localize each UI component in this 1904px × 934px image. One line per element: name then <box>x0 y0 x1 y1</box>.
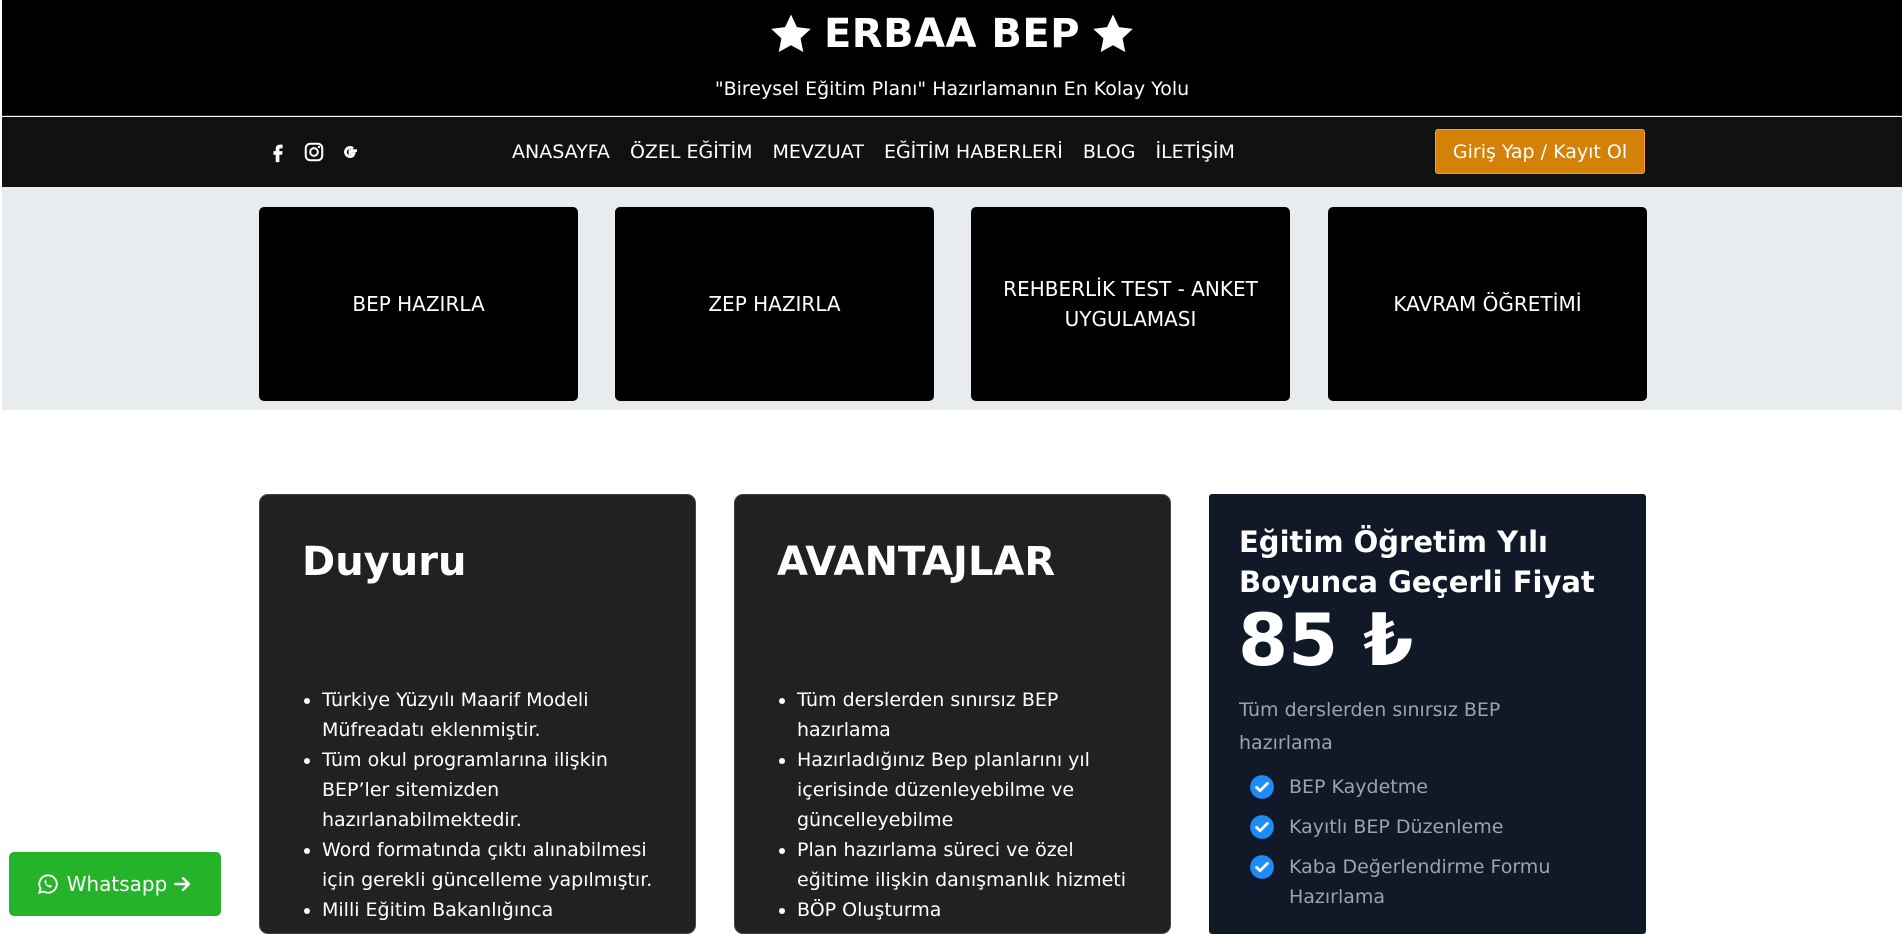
announcement-card: Duyuru Türkiye Yüzyılı Maarif Modeli Müf… <box>259 494 696 934</box>
list-item: Milli Eğitim Bakanlığınca <box>322 895 675 925</box>
advantages-card: AVANTAJLAR Tüm derslerden sınırsız BEP h… <box>734 494 1171 934</box>
brand-title: ERBAA BEP <box>823 11 1081 57</box>
list-item: Türkiye Yüzyılı Maarif Modeli Müfreadatı… <box>322 685 675 745</box>
whatsapp-icon <box>37 873 59 895</box>
feature-label: Kaba Değerlendirme Formu Hazırlama <box>1289 856 1551 908</box>
check-circle-icon <box>1249 774 1275 800</box>
tagline: "Bireysel Eğitim Planı" Hazırlamanın En … <box>714 78 1190 100</box>
tile-kavram-ogretimi[interactable]: KAVRAM ÖĞRETİMİ <box>1328 207 1647 401</box>
quick-actions-band: BEP HAZIRLA ZEP HAZIRLA REHBERLİK TEST -… <box>2 187 1902 410</box>
feature-label: Kayıtlı BEP Düzenleme <box>1289 816 1504 838</box>
arrow-right-icon <box>173 874 193 894</box>
price-value: 85 ₺ <box>1238 598 1414 682</box>
check-circle-icon <box>1249 854 1275 880</box>
announcement-title: Duyuru <box>302 539 467 585</box>
list-item: Tüm derslerden sınırsız BEP hazırlama <box>797 685 1150 745</box>
google-icon[interactable] <box>337 139 363 165</box>
nav-ozel-egitim[interactable]: ÖZEL EĞİTİM <box>630 141 753 163</box>
whatsapp-button[interactable]: Whatsapp <box>9 852 221 916</box>
feature-label: BEP Kaydetme <box>1289 776 1428 798</box>
star-icon <box>768 11 814 57</box>
pricing-heading: Eğitim Öğretim Yılı Boyunca Geçerli Fiya… <box>1239 525 1595 599</box>
login-register-button[interactable]: Giriş Yap / Kayıt Ol <box>1435 129 1645 174</box>
pricing-description: Tüm derslerden sınırsız BEP hazırlama <box>1239 699 1501 754</box>
list-item: Tüm okul programlarına ilişkin BEP’ler s… <box>322 745 675 835</box>
nav-blog[interactable]: BLOG <box>1083 141 1136 163</box>
main-nav: ANASAYFA ÖZEL EĞİTİM MEVZUAT EĞİTİM HABE… <box>512 139 1255 165</box>
nav-mevzuat[interactable]: MEVZUAT <box>772 141 863 163</box>
feature-item: Kayıtlı BEP Düzenleme <box>1249 812 1629 842</box>
nav-anasayfa[interactable]: ANASAYFA <box>512 141 610 163</box>
list-item: Word formatında çıktı alınabilmesi için … <box>322 835 675 895</box>
check-circle-icon <box>1249 814 1275 840</box>
pricing-card: Eğitim Öğretim Yılı Boyunca Geçerli Fiya… <box>1209 494 1646 934</box>
star-icon <box>1090 11 1136 57</box>
announcement-list: Türkiye Yüzyılı Maarif Modeli Müfreadatı… <box>322 685 675 925</box>
nav-egitim-haberleri[interactable]: EĞİTİM HABERLERİ <box>884 141 1063 163</box>
list-item: Plan hazırlama süreci ve özel eğitime il… <box>797 835 1150 895</box>
list-item: Hazırladığınız Bep planlarını yıl içeris… <box>797 745 1150 835</box>
list-item: BÖP Oluşturma <box>797 895 1150 925</box>
social-links <box>265 139 373 165</box>
tile-bep-hazirla[interactable]: BEP HAZIRLA <box>259 207 578 401</box>
brand[interactable]: ERBAA BEP <box>2 6 1902 62</box>
feature-item: BEP Kaydetme <box>1249 772 1629 802</box>
feature-item: Kaba Değerlendirme Formu Hazırlama <box>1249 852 1629 912</box>
feature-list: BEP Kaydetme Kayıtlı BEP Düzenleme Kaba … <box>1249 772 1629 922</box>
site-header: ERBAA BEP "Bireysel Eğitim Planı" Hazırl… <box>2 0 1902 116</box>
facebook-icon[interactable] <box>265 139 291 165</box>
advantages-list: Tüm derslerden sınırsız BEP hazırlama Ha… <box>797 685 1150 925</box>
tile-rehberlik-test[interactable]: REHBERLİK TEST - ANKET UYGULAMASI <box>971 207 1290 401</box>
instagram-icon[interactable] <box>301 139 327 165</box>
whatsapp-label: Whatsapp <box>66 872 168 896</box>
advantages-title: AVANTAJLAR <box>777 539 1056 585</box>
navbar: ANASAYFA ÖZEL EĞİTİM MEVZUAT EĞİTİM HABE… <box>2 117 1902 187</box>
nav-iletisim[interactable]: İLETİŞİM <box>1155 141 1234 163</box>
tile-zep-hazirla[interactable]: ZEP HAZIRLA <box>615 207 934 401</box>
